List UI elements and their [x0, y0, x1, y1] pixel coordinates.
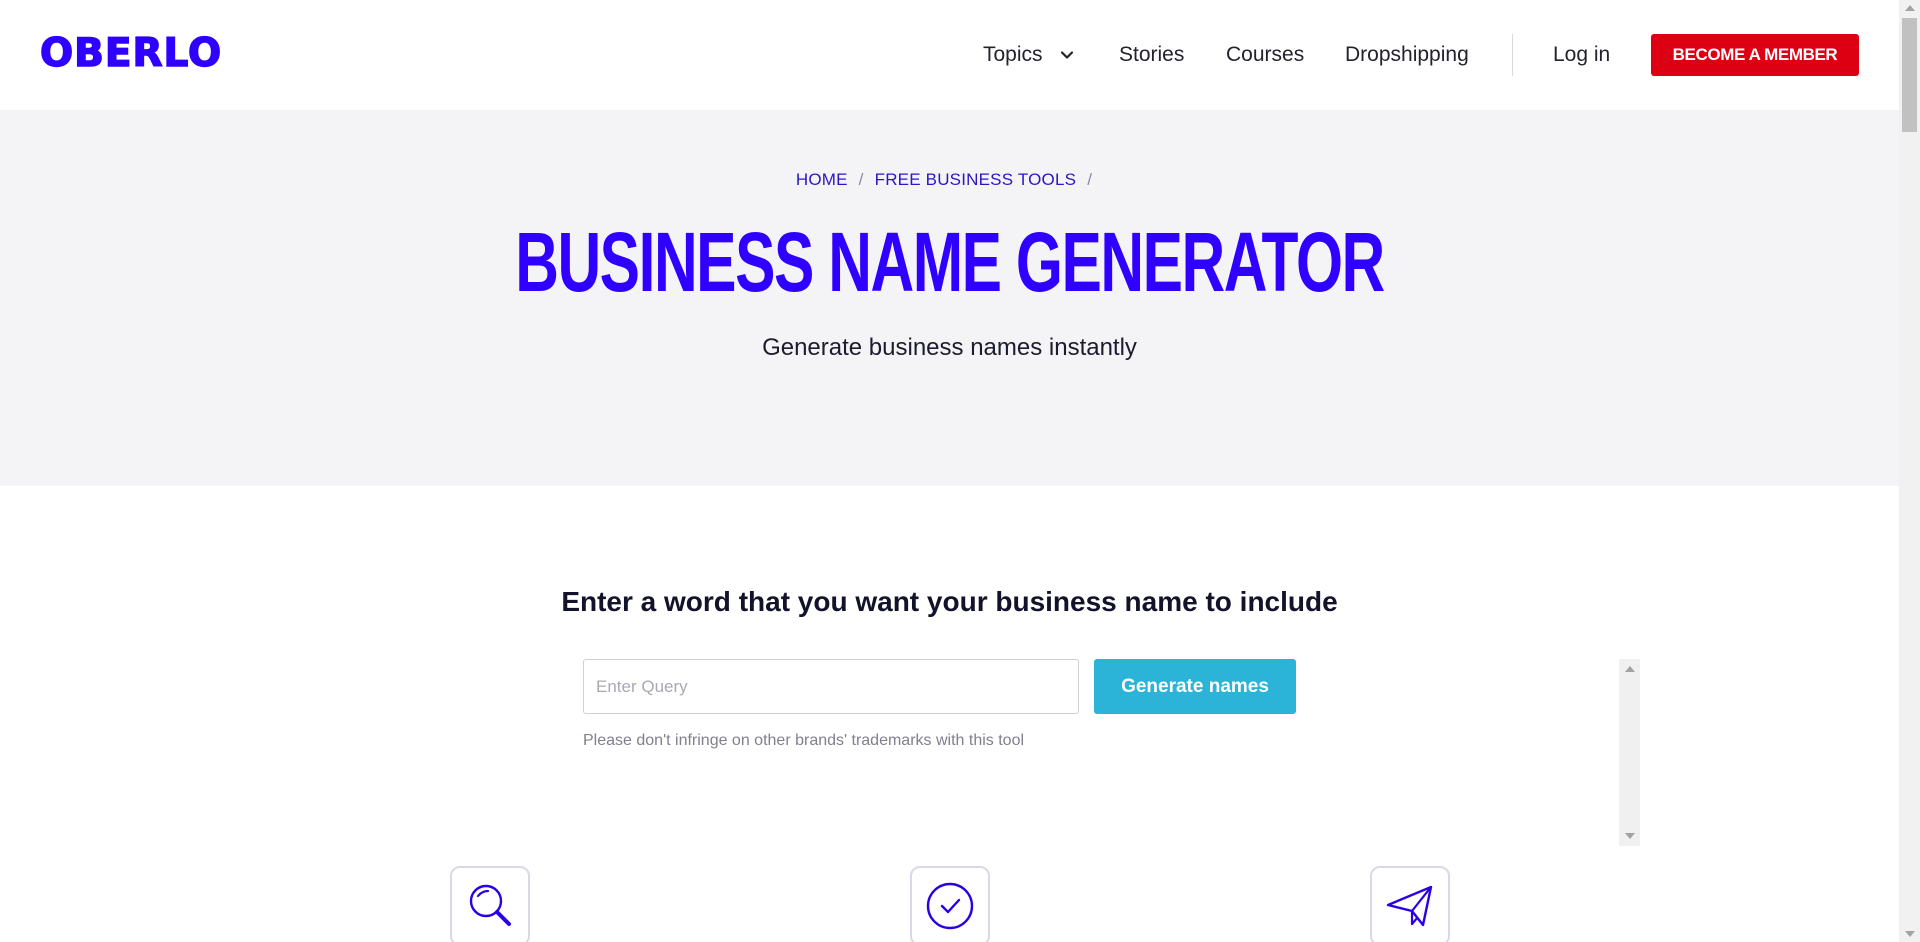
scroll-up-arrow-icon[interactable]	[1905, 5, 1915, 11]
feature-card-check	[910, 866, 990, 942]
nav-divider	[1512, 34, 1513, 76]
name-generator-widget: Generate names Please don't infringe on …	[583, 659, 1640, 846]
nav-topics[interactable]: Topics	[983, 42, 1077, 68]
breadcrumb-home[interactable]: HOME	[796, 170, 848, 189]
chevron-down-icon	[1060, 51, 1073, 59]
scroll-up-arrow-icon[interactable]	[1625, 666, 1635, 672]
login-link[interactable]: Log in	[1553, 42, 1610, 68]
widget-scrollbar[interactable]	[1619, 659, 1640, 846]
page-title: BUSINESS NAME GENERATOR	[515, 215, 1385, 309]
nav-dropshipping[interactable]: Dropshipping	[1345, 42, 1469, 68]
breadcrumb-free-business-tools[interactable]: FREE BUSINESS TOOLS	[875, 170, 1077, 189]
scroll-down-arrow-icon[interactable]	[1905, 931, 1915, 937]
breadcrumb: HOME / FREE BUSINESS TOOLS /	[0, 170, 1899, 190]
nav-courses[interactable]: Courses	[1226, 42, 1304, 68]
feature-card-search	[450, 866, 530, 942]
tool-heading: Enter a word that you want your business…	[561, 586, 1338, 617]
breadcrumb-separator: /	[1087, 170, 1093, 189]
generate-names-button[interactable]: Generate names	[1094, 659, 1296, 714]
trademark-disclaimer: Please don't infringe on other brands' t…	[583, 732, 1025, 749]
page-subtitle: Generate business names instantly	[762, 334, 1137, 361]
magnifier-icon	[469, 884, 511, 926]
page-scrollbar[interactable]	[1899, 0, 1920, 942]
become-member-button[interactable]: BECOME A MEMBER	[1651, 34, 1859, 76]
hero-section: HOME / FREE BUSINESS TOOLS / BUSINESS NAME …	[0, 110, 1899, 486]
scrollbar-thumb[interactable]	[1902, 18, 1917, 132]
paper-plane-icon	[1386, 885, 1433, 927]
breadcrumb-separator: /	[858, 170, 864, 189]
oberlo-logo[interactable]: OBERLO	[39, 33, 222, 74]
query-input[interactable]	[583, 659, 1079, 714]
nav-topics-label: Topics	[983, 43, 1043, 66]
site-header: OBERLO Topics Stories Courses Dropshippi…	[0, 0, 1899, 110]
nav-stories[interactable]: Stories	[1119, 42, 1184, 68]
feature-card-send	[1370, 866, 1450, 942]
check-circle-icon	[926, 882, 974, 930]
scroll-down-arrow-icon[interactable]	[1625, 833, 1635, 839]
